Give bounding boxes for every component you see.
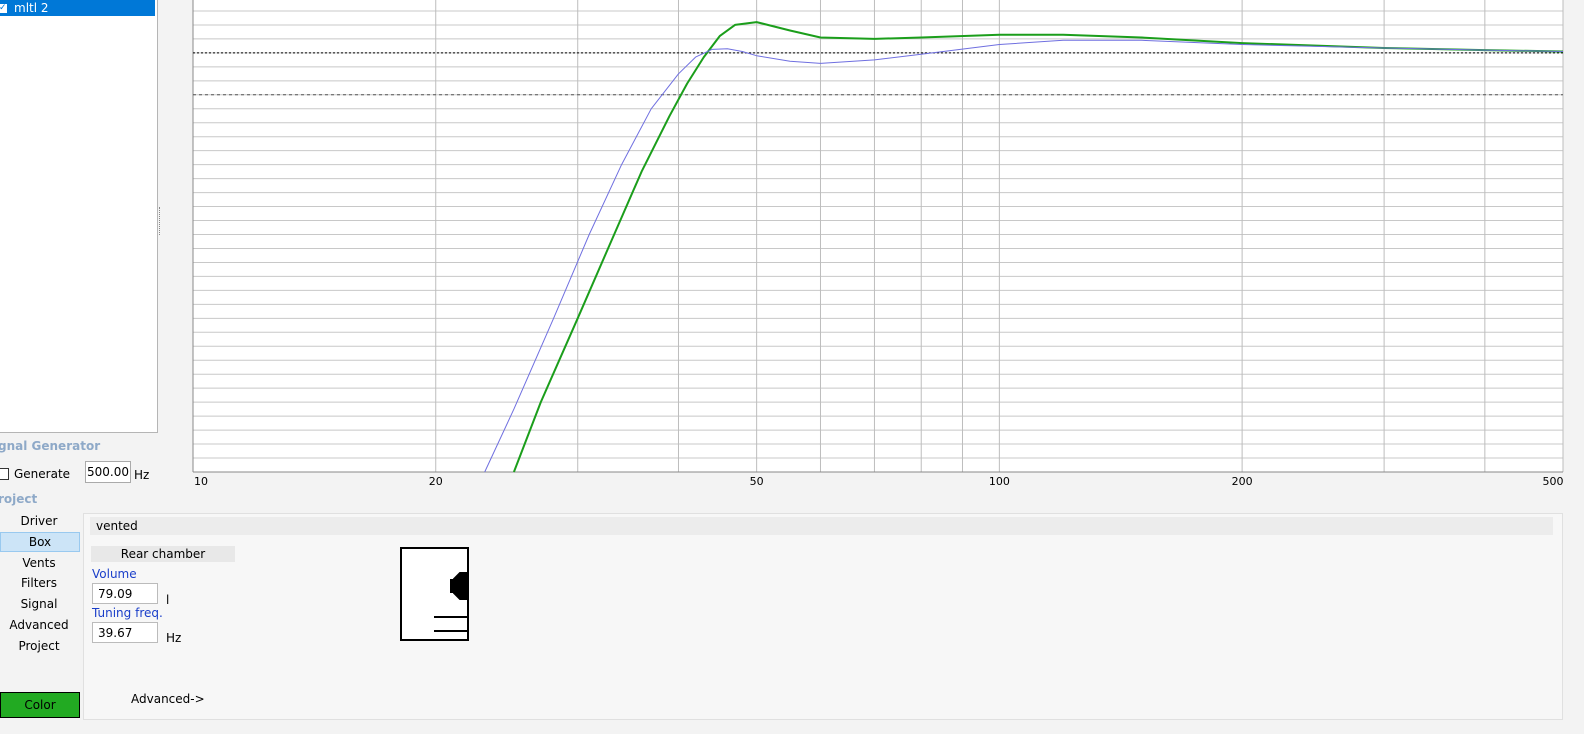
box-diagram: [400, 547, 469, 641]
advanced-button[interactable]: Advanced->: [131, 692, 205, 706]
frequency-response-chart: 43210-1-2-3-4-5-6-7-8-9-10-11-12-13-14-1…: [192, 0, 1564, 488]
box-settings-panel: [83, 513, 1563, 720]
x-tick-label: 10: [194, 475, 208, 488]
nav-vents[interactable]: Vents: [0, 554, 78, 573]
x-tick-label: 50: [750, 475, 764, 488]
volume-label: Volume: [92, 567, 137, 581]
nav-advanced[interactable]: Advanced: [0, 616, 78, 635]
x-tick-label: 500: [1543, 475, 1564, 488]
nav-driver[interactable]: Driver: [0, 512, 78, 531]
rear-chamber-header: Rear chamber: [91, 546, 235, 562]
tuning-frequency-input[interactable]: 39.67: [92, 622, 158, 643]
project-item-mltl-2[interactable]: ✓ mltl 2: [0, 0, 155, 16]
nav-signal[interactable]: Signal: [0, 595, 78, 614]
nav-filters[interactable]: Filters: [0, 574, 78, 593]
speaker-magnet-icon: [450, 579, 455, 593]
box-diagram-drawing: [434, 572, 467, 632]
color-button[interactable]: Color: [0, 692, 80, 718]
x-tick-label: 100: [989, 475, 1010, 488]
x-tick-label: 20: [429, 475, 443, 488]
generate-label: Generate: [14, 467, 71, 481]
generator-frequency-input[interactable]: 500.00: [85, 461, 131, 483]
speaker-driver-icon: [453, 572, 467, 600]
x-tick-label: 200: [1232, 475, 1253, 488]
splitter-grip[interactable]: [159, 207, 162, 235]
project-item-label: mltl 2: [14, 1, 49, 15]
project-item-checkbox[interactable]: ✓: [0, 3, 8, 14]
generate-checkbox[interactable]: [0, 468, 9, 480]
nav-project[interactable]: Project: [0, 637, 78, 656]
signal-generator-title: gnal Generator: [0, 439, 101, 453]
box-type-selector[interactable]: vented: [90, 517, 1553, 535]
generator-frequency-unit: Hz: [134, 468, 150, 482]
tuning-frequency-label: Tuning freq.: [92, 606, 163, 620]
project-section-title: roject: [0, 492, 38, 506]
plot-background: [193, 0, 1563, 472]
tuning-frequency-unit: Hz: [166, 631, 182, 645]
nav-box[interactable]: Box: [0, 532, 80, 552]
project-list[interactable]: ✓ mltl 2: [0, 0, 158, 433]
volume-unit: l: [166, 593, 170, 607]
volume-input[interactable]: 79.09: [92, 583, 158, 604]
